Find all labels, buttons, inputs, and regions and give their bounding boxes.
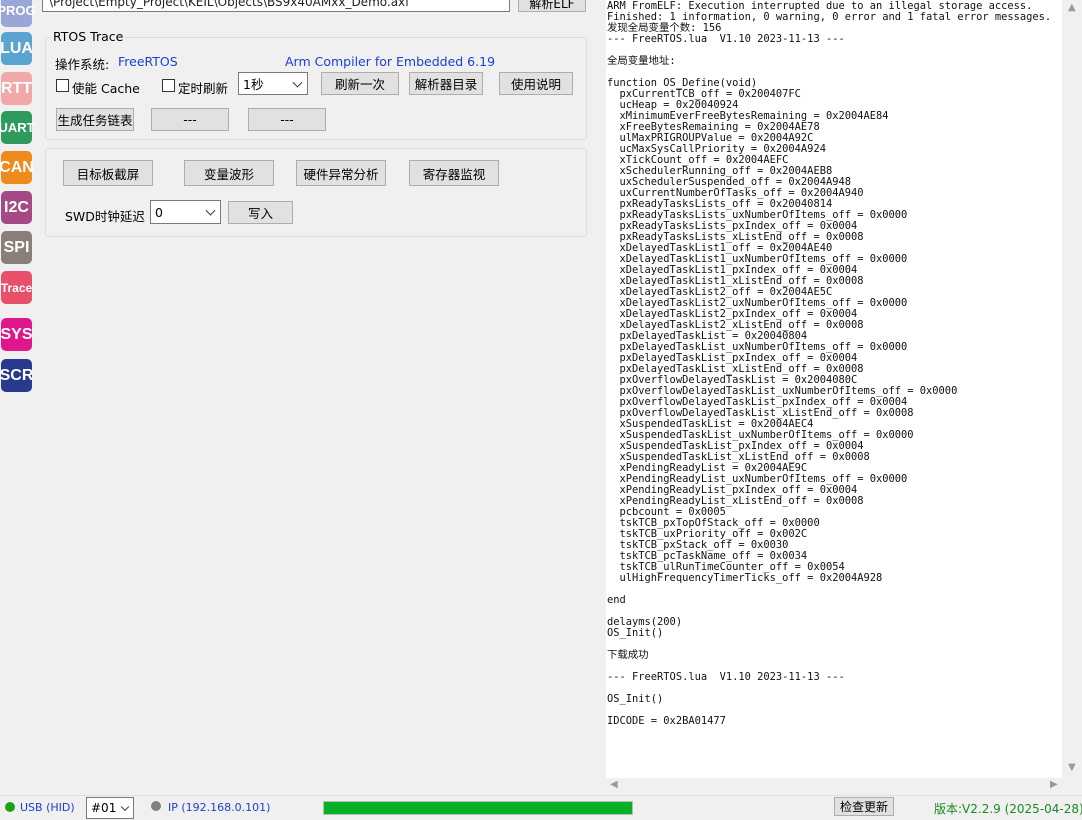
placeholder-button-1[interactable]: --- — [151, 108, 229, 131]
variable-waveform-button[interactable]: 变量波形 — [184, 160, 274, 186]
scroll-down-icon[interactable]: ▼ — [1068, 762, 1076, 773]
status-bar: USB (HID) #01 IP (192.168.0.101) 检查更新 版本… — [0, 795, 1082, 820]
tool-label: SYS — [0, 325, 33, 343]
version-label: 版本:V2.2.9 (2025-04-28) — [934, 802, 1082, 816]
tool-label: LUA — [0, 39, 33, 57]
generate-task-list-button[interactable]: 生成任务链表 — [56, 108, 134, 131]
swd-delay-value: 0 — [155, 204, 163, 220]
usb-status-label: USB (HID) — [20, 801, 75, 814]
tool-i2c-button[interactable]: I2C — [1, 191, 32, 224]
chevron-down-icon — [292, 77, 303, 88]
progress-bar — [323, 801, 633, 815]
device-index-value: #01 — [91, 801, 117, 815]
ip-status-label: IP (192.168.0.101) — [168, 801, 271, 814]
log-text: ARM FromELF: Execution interrupted due t… — [607, 0, 1052, 727]
tool-lua-button[interactable]: LUA — [0, 32, 33, 65]
parse-elf-button[interactable]: 解析ELF — [518, 0, 586, 12]
enable-cache-checkbox[interactable] — [56, 79, 69, 92]
swd-delay-select[interactable]: 0 — [150, 200, 221, 224]
refresh-interval-select[interactable]: 1秒 — [238, 72, 308, 95]
tool-scr-button[interactable]: SCR — [0, 359, 34, 392]
tool-trace-button[interactable]: Trace — [1, 271, 32, 304]
tool-label: PROG — [0, 3, 36, 18]
refresh-interval-value: 1秒 — [243, 77, 264, 92]
manual-button[interactable]: 使用说明 — [499, 72, 573, 95]
horizontal-scrollbar[interactable]: ◀ ▶ — [606, 778, 1062, 792]
register-monitor-button[interactable]: 寄存器监视 — [409, 160, 499, 186]
rtos-trace-title: RTOS Trace — [51, 29, 126, 44]
usb-status-dot-icon — [5, 802, 15, 812]
tool-label: RTT — [0, 79, 33, 97]
os-value: FreeRTOS — [118, 54, 178, 69]
ip-status-dot-icon — [151, 801, 161, 811]
tool-label: UART — [0, 120, 35, 135]
chevron-down-icon — [120, 802, 130, 812]
app-window: PROG LUA RTT UART CAN I2C SPI Trace SYS SCR \Proj… — [0, 0, 1082, 820]
write-button[interactable]: 写入 — [228, 201, 293, 224]
tool-label: Trace — [0, 280, 33, 295]
chevron-down-icon — [205, 205, 216, 216]
fault-analysis-button[interactable]: 硬件异常分析 — [296, 160, 386, 186]
check-update-button[interactable]: 检查更新 — [834, 797, 894, 816]
tool-strip: PROG LUA RTT UART CAN I2C SPI Trace SYS SCR — [0, 0, 36, 795]
timed-refresh-label: 定时刷新 — [178, 81, 229, 96]
parser-dir-button[interactable]: 解析器目录 — [409, 72, 483, 95]
scroll-right-icon[interactable]: ▶ — [1050, 779, 1058, 790]
tool-uart-button[interactable]: UART — [0, 111, 35, 144]
scroll-left-icon[interactable]: ◀ — [610, 779, 618, 790]
device-index-select[interactable]: #01 — [86, 797, 134, 819]
tool-label: CAN — [0, 158, 34, 176]
tool-can-button[interactable]: CAN — [0, 151, 34, 184]
swd-delay-label: SWD时钟延迟 — [65, 209, 145, 224]
tool-sys-button[interactable]: SYS — [0, 318, 33, 351]
os-label: 操作系统: — [55, 57, 110, 72]
refresh-once-button[interactable]: 刷新一次 — [321, 72, 399, 95]
target-screenshot-button[interactable]: 目标板截屏 — [63, 160, 153, 186]
compiler-label: Arm Compiler for Embedded 6.19 — [285, 54, 496, 69]
tool-rtt-button[interactable]: RTT — [1, 72, 32, 105]
timed-refresh-checkbox[interactable] — [162, 79, 175, 92]
tool-label: SCR — [0, 366, 34, 384]
tool-spi-button[interactable]: SPI — [1, 231, 32, 264]
scroll-up-icon[interactable]: ▲ — [1068, 2, 1076, 13]
tool-prog-button[interactable]: PROG — [0, 0, 36, 27]
placeholder-button-2[interactable]: --- — [248, 108, 326, 131]
elf-path-field[interactable]: \Project\Empty_Project\KEIL\Objects\BS9x… — [42, 0, 510, 12]
vertical-scrollbar[interactable]: ▲ ▼ — [1062, 0, 1080, 778]
log-output[interactable]: ARM FromELF: Execution interrupted due t… — [606, 0, 1062, 778]
enable-cache-label: 使能 Cache — [72, 81, 140, 96]
tool-label: SPI — [3, 238, 30, 256]
tool-label: I2C — [4, 198, 29, 216]
